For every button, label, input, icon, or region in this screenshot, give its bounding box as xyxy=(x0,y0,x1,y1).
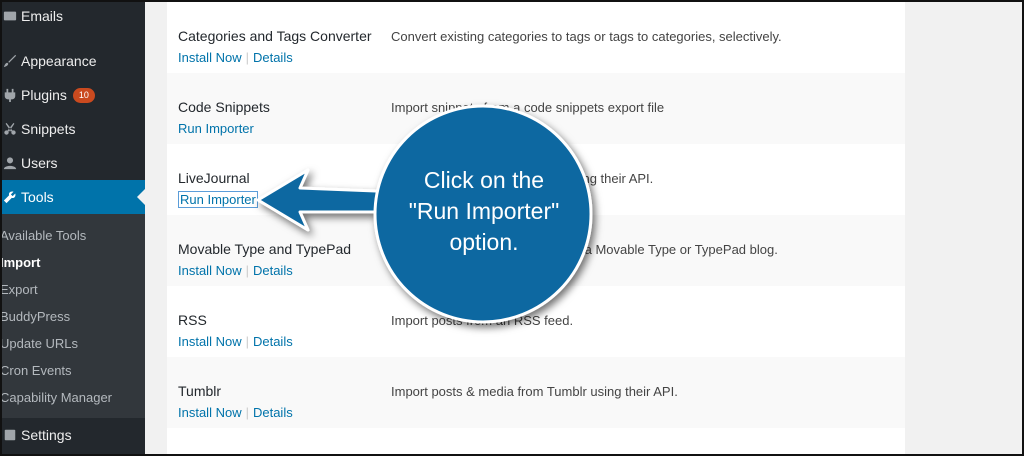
menu-item-label: Snippets xyxy=(21,121,76,137)
menu-item-label: Emails xyxy=(21,8,64,24)
importer-name: Tumblr xyxy=(178,383,222,399)
details-link[interactable]: Details xyxy=(253,50,293,65)
install-now-link[interactable]: Install Now xyxy=(178,405,242,420)
menu-item-users[interactable]: Users xyxy=(0,146,145,180)
table-row: RSS Install Now | Details Import posts fro… xyxy=(167,286,905,357)
callout-line: Click on the xyxy=(423,167,545,193)
callout-line: option. xyxy=(449,229,519,255)
menu-item-tools[interactable]: Tools xyxy=(0,180,145,214)
separator: | xyxy=(245,334,249,349)
menu-item-plugins[interactable]: Plugins 10 xyxy=(0,78,145,112)
email-icon xyxy=(2,8,18,24)
plugin-icon xyxy=(2,87,18,103)
menu-item-label: Users xyxy=(21,155,58,171)
install-now-link[interactable]: Install Now xyxy=(178,50,242,65)
menu-item-label: Settings xyxy=(21,427,72,443)
settings-icon xyxy=(2,427,18,443)
importer-description: Convert existing categories to tags or t… xyxy=(391,29,782,44)
importer-name: Categories and Tags Converter xyxy=(178,28,372,44)
table-row: Tumblr Install Now | Details Import posts … xyxy=(167,357,905,428)
separator: | xyxy=(245,405,249,420)
details-link[interactable]: Details xyxy=(253,263,293,278)
table-row: Code Snippets Run Importer Import snippe… xyxy=(167,73,905,144)
paintbrush-icon xyxy=(2,53,18,69)
importer-actions: Run Importer xyxy=(178,191,258,208)
run-importer-link[interactable]: Run Importer xyxy=(178,191,258,208)
submenu-export[interactable]: Export xyxy=(0,276,38,302)
importer-actions: Install Now | Details xyxy=(178,50,293,65)
callout-text: Click on the "Run Importer" option. xyxy=(378,165,590,258)
user-icon xyxy=(2,155,18,171)
submenu-capability-manager[interactable]: Capability Manager xyxy=(0,384,112,410)
menu-item-label: Plugins xyxy=(21,87,67,103)
menu-item-emails[interactable]: Emails xyxy=(0,0,145,32)
submenu-buddypress[interactable]: BuddyPress xyxy=(0,303,70,329)
tools-submenu: Available Tools Import Export BuddyPress… xyxy=(0,214,145,418)
importer-description: Import snippets from a code snippets exp… xyxy=(391,100,665,115)
table-row: Categories and Tags Converter Install No… xyxy=(167,2,905,73)
install-now-link[interactable]: Install Now xyxy=(178,334,242,349)
importer-actions: Run Importer xyxy=(178,121,254,136)
submenu-update-urls[interactable]: Update URLs xyxy=(0,330,78,356)
importer-actions: Install Now | Details xyxy=(178,405,293,420)
scissors-icon xyxy=(2,121,18,137)
menu-item-snippets[interactable]: Snippets xyxy=(0,112,145,146)
importer-description: Import posts & media from Tumblr using t… xyxy=(391,384,678,399)
importer-name: RSS xyxy=(178,312,207,328)
importer-name: Code Snippets xyxy=(178,99,270,115)
importer-actions: Install Now | Details xyxy=(178,263,293,278)
menu-item-label: Appearance xyxy=(21,53,97,69)
submenu-import[interactable]: Import xyxy=(0,249,40,275)
submenu-cron-events[interactable]: Cron Events xyxy=(0,357,72,383)
submenu-available-tools[interactable]: Available Tools xyxy=(0,222,86,248)
wrench-icon xyxy=(2,189,18,205)
admin-sidebar: Emails Appearance Plugins 10 Snippets Us… xyxy=(0,0,145,456)
install-now-link[interactable]: Install Now xyxy=(178,263,242,278)
importer-description: Import posts from an RSS feed. xyxy=(391,313,574,328)
menu-item-settings[interactable]: Settings xyxy=(0,418,145,452)
importer-name: LiveJournal xyxy=(178,170,250,186)
separator: | xyxy=(245,50,249,65)
callout-line: "Run Importer" xyxy=(408,198,560,224)
run-importer-link[interactable]: Run Importer xyxy=(178,121,254,136)
importer-name: Movable Type and TypePad xyxy=(178,241,352,257)
update-count-badge: 10 xyxy=(72,87,95,103)
menu-item-label: Tools xyxy=(21,189,54,205)
details-link[interactable]: Details xyxy=(253,405,293,420)
details-link[interactable]: Details xyxy=(253,334,293,349)
importer-actions: Install Now | Details xyxy=(178,334,293,349)
menu-item-appearance[interactable]: Appearance xyxy=(0,44,145,78)
separator: | xyxy=(245,263,249,278)
